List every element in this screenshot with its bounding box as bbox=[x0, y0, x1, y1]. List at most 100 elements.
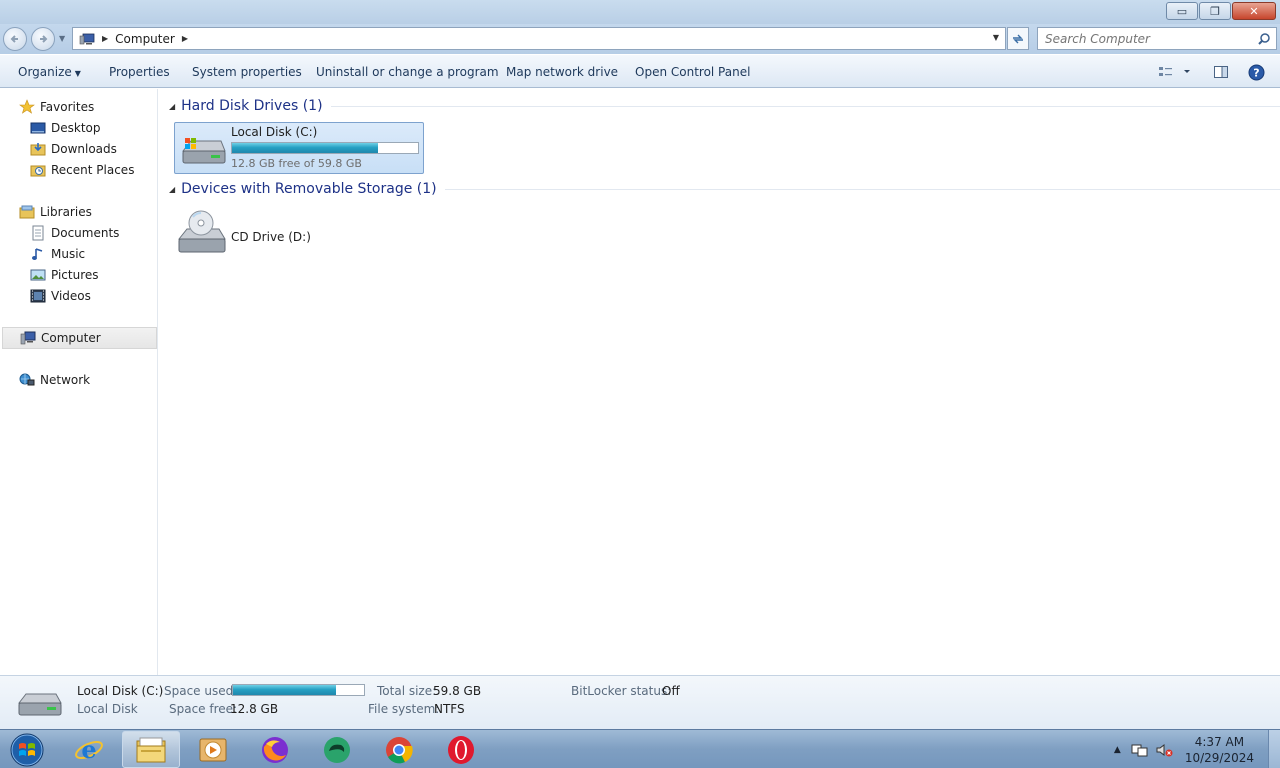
organize-label: Organize bbox=[18, 65, 72, 79]
svg-text:e: e bbox=[81, 735, 96, 764]
nav-documents-label: Documents bbox=[51, 226, 120, 240]
space-used-fill bbox=[233, 685, 336, 695]
downloads-folder-icon bbox=[30, 141, 46, 157]
preview-pane-icon[interactable] bbox=[1213, 64, 1229, 80]
refresh-button[interactable] bbox=[1007, 27, 1029, 50]
svg-text:?: ? bbox=[1253, 67, 1259, 80]
group-header-hard-disk-drives[interactable]: ◢ Hard Disk Drives (1) bbox=[169, 98, 1280, 114]
documents-icon bbox=[30, 225, 46, 241]
nav-network[interactable]: Network bbox=[19, 370, 90, 390]
drive-usage-bar bbox=[231, 142, 419, 154]
nav-recent-places-label: Recent Places bbox=[51, 163, 135, 177]
internet-explorer-icon: e bbox=[75, 735, 103, 764]
nav-videos[interactable]: Videos bbox=[30, 286, 91, 306]
change-view-icon[interactable] bbox=[1157, 64, 1195, 80]
taskbar: e ▲ 4:37 AM 10/29/2024 bbox=[0, 729, 1280, 768]
start-button[interactable] bbox=[0, 731, 54, 768]
nav-downloads[interactable]: Downloads bbox=[30, 139, 117, 159]
open-control-panel-button[interactable]: Open Control Panel bbox=[635, 65, 750, 79]
group-divider bbox=[444, 188, 1280, 190]
title-bar: ▭ ❐ ✕ bbox=[0, 0, 1280, 24]
chrome-icon bbox=[386, 736, 413, 763]
maximize-button[interactable]: ❐ bbox=[1199, 2, 1231, 20]
drive-usage-fill bbox=[232, 143, 379, 153]
forward-button[interactable] bbox=[31, 27, 55, 51]
drive-free-space: 12.8 GB free of 59.8 GB bbox=[231, 157, 362, 170]
drive-name: Local Disk (C:) bbox=[231, 125, 318, 139]
bitlocker-value: Off bbox=[662, 684, 680, 698]
back-button[interactable] bbox=[3, 27, 27, 51]
breadcrumb-computer[interactable]: Computer bbox=[115, 32, 175, 46]
media-player-icon bbox=[199, 738, 227, 761]
show-desktop-button[interactable] bbox=[1268, 730, 1280, 768]
nav-videos-label: Videos bbox=[51, 289, 91, 303]
nav-libraries[interactable]: Libraries bbox=[19, 202, 92, 222]
clock-time: 4:37 AM bbox=[1194, 734, 1245, 749]
volume-muted-icon[interactable] bbox=[1155, 742, 1173, 758]
minimize-button[interactable]: ▭ bbox=[1166, 2, 1198, 20]
group-title: Hard Disk Drives (1) bbox=[181, 98, 323, 114]
show-hidden-icons-button[interactable]: ▲ bbox=[1114, 745, 1121, 755]
drive-tile-d[interactable]: CD Drive (D:) bbox=[174, 207, 424, 257]
space-free-label: Space free: bbox=[169, 702, 238, 716]
group-header-removable-storage[interactable]: ◢ Devices with Removable Storage (1) bbox=[169, 181, 1280, 197]
group-title: Devices with Removable Storage (1) bbox=[181, 181, 437, 197]
nav-documents[interactable]: Documents bbox=[30, 223, 119, 243]
search-input[interactable] bbox=[1045, 31, 1245, 46]
space-used-bar bbox=[232, 684, 365, 696]
organize-menu[interactable]: Organize ▼ bbox=[18, 65, 81, 79]
nav-music-label: Music bbox=[51, 247, 86, 261]
collapse-triangle-icon[interactable]: ◢ bbox=[169, 102, 175, 111]
recent-pages-dropdown[interactable]: ▼ bbox=[59, 34, 65, 43]
folder-icon bbox=[136, 737, 166, 762]
taskbar-firefox[interactable] bbox=[246, 731, 304, 768]
map-network-drive-button[interactable]: Map network drive bbox=[506, 65, 618, 79]
computer-icon bbox=[79, 33, 95, 44]
breadcrumb-chevron-icon[interactable]: ▶ bbox=[182, 34, 188, 43]
help-icon[interactable]: ? bbox=[1248, 64, 1265, 81]
videos-icon bbox=[30, 288, 46, 304]
address-history-dropdown[interactable]: ▼ bbox=[993, 33, 999, 42]
nav-recent-places[interactable]: Recent Places bbox=[30, 160, 134, 180]
clock-date: 10/29/2024 bbox=[1184, 750, 1254, 765]
firefox-icon bbox=[262, 736, 288, 763]
taskbar-media-player[interactable] bbox=[184, 731, 242, 768]
address-bar[interactable]: ▶ Computer ▶ ▼ bbox=[72, 27, 1006, 50]
total-size-label: Total size: bbox=[377, 684, 437, 698]
close-button[interactable]: ✕ bbox=[1232, 2, 1276, 20]
space-used-label: Space used: bbox=[164, 684, 238, 698]
clock[interactable]: 4:37 AM 10/29/2024 bbox=[1185, 734, 1254, 766]
properties-button[interactable]: Properties bbox=[109, 65, 170, 79]
space-free-value: 12.8 GB bbox=[230, 702, 279, 716]
nav-favorites-label: Favorites bbox=[40, 100, 95, 114]
taskbar-chrome[interactable] bbox=[370, 731, 428, 768]
nav-desktop[interactable]: Desktop bbox=[30, 118, 101, 138]
desktop-icon bbox=[30, 120, 46, 136]
drive-tile-c[interactable]: Local Disk (C:) 12.8 GB free of 59.8 GB bbox=[174, 122, 424, 174]
search-icon[interactable] bbox=[1257, 32, 1271, 46]
nav-pictures-label: Pictures bbox=[51, 268, 99, 282]
system-properties-button[interactable]: System properties bbox=[192, 65, 302, 79]
taskbar-chat-app[interactable] bbox=[308, 731, 366, 768]
hard-drive-icon bbox=[17, 693, 62, 716]
chevron-down-icon: ▼ bbox=[74, 69, 81, 78]
uninstall-program-button[interactable]: Uninstall or change a program bbox=[316, 65, 499, 79]
nav-music[interactable]: Music bbox=[30, 244, 85, 264]
nav-favorites[interactable]: Favorites bbox=[19, 97, 94, 117]
file-system-label: File system: bbox=[368, 702, 440, 716]
nav-pictures[interactable]: Pictures bbox=[30, 265, 99, 285]
network-tray-icon[interactable] bbox=[1131, 742, 1149, 758]
taskbar-windows-explorer[interactable] bbox=[122, 731, 180, 768]
group-divider bbox=[330, 105, 1280, 107]
nav-computer[interactable]: Computer bbox=[2, 327, 157, 349]
breadcrumb-separator-icon[interactable]: ▶ bbox=[102, 34, 108, 43]
music-icon bbox=[30, 246, 46, 262]
collapse-triangle-icon[interactable]: ◢ bbox=[169, 185, 175, 194]
cd-drive-icon bbox=[177, 210, 226, 253]
taskbar-internet-explorer[interactable]: e bbox=[60, 731, 118, 768]
nav-libraries-label: Libraries bbox=[40, 205, 92, 219]
recent-places-icon bbox=[30, 162, 46, 178]
back-arrow-icon bbox=[10, 35, 18, 43]
taskbar-opera[interactable] bbox=[432, 731, 490, 768]
navigation-pane: Favorites Desktop Downloads Recent Place… bbox=[0, 89, 158, 675]
